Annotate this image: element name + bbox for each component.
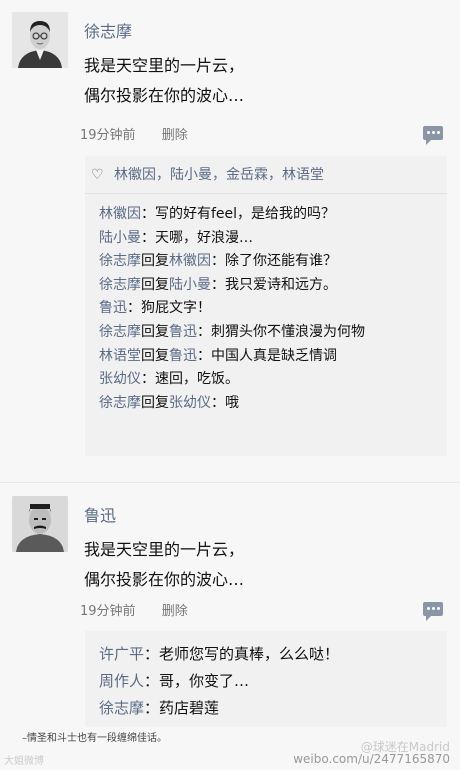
likes-names[interactable]: 林徽因，陆小曼，金岳霖，林语堂 [114,167,324,183]
reply-text: ：速回，吃饭。 [141,371,239,388]
reply-author[interactable]: 陆小曼 [99,230,141,246]
reply-row: 林语堂回复鲁迅：中国人真是缺乏情调 [99,345,447,369]
reply-row: 徐志摩回复陆小曼：我只爱诗和远方。 [99,274,447,298]
portrait-glasses-icon [12,12,68,68]
reply-target[interactable]: 鲁迅 [169,324,197,340]
reply-text: ：老师您写的真棒，么么哒！ [144,645,340,663]
reply-author[interactable]: 徐志摩 [99,699,144,717]
reply-row: 徐志摩回复林徽因：除了你还能有谁？ [99,250,447,274]
reply-text: ：药店碧莲 [144,699,220,717]
reply-author[interactable]: 许广平 [99,645,144,663]
reply-target[interactable]: 鲁迅 [169,348,197,364]
reply-author[interactable]: 徐志摩 [99,324,141,340]
post-xuzhimo: 徐志摩 我是天空里的一片云， 偶尔投影在你的波心… 19分钟前 删除 ♡ 林徽因，… [0,0,460,470]
reply-verb: 回复 [141,347,169,364]
comment-icon[interactable] [423,602,443,621]
reply-target[interactable]: 陆小曼 [169,277,211,293]
reply-row: 许广平：老师您写的真棒，么么哒！ [99,641,447,668]
reply-row: 鲁迅：狗屁文字！ [99,297,447,321]
reply-row: 徐志摩回复张幼仪：哦 [99,392,447,416]
caption: –情圣和斗士也有一段缠绵佳话。 [22,733,167,744]
reply-row: 林徽因：写的好有feel，是给我的吗？ [99,203,447,227]
reply-row: 周作人：哥，你变了… [99,668,447,695]
avatar[interactable] [12,496,68,552]
delete-button[interactable]: 删除 [162,604,188,619]
reply-verb: 回复 [141,276,169,293]
comment-icon[interactable] [423,126,443,145]
author-name[interactable]: 徐志摩 [84,18,132,42]
watermark-left: 大姐微博 [4,756,44,767]
post-text-line: 偶尔投影在你的波心… [84,570,245,589]
reply-text: ：中国人真是缺乏情调 [197,347,337,364]
reply-verb: 回复 [141,394,169,411]
reply-text: ：哥，你变了… [144,672,250,690]
reply-text: ：天哪，好浪漫… [141,229,253,246]
post-text-line: 偶尔投影在你的波心… [84,86,245,105]
reply-author[interactable]: 鲁迅 [99,300,127,316]
post-divider [0,482,460,483]
reply-text: ：我只爱诗和远方。 [211,276,337,293]
post-meta: 19分钟前 删除 [80,600,188,619]
reply-author[interactable]: 周作人 [99,672,144,690]
reply-author[interactable]: 林徽因 [99,206,141,222]
reply-target[interactable]: 张幼仪 [169,395,211,411]
reply-author[interactable]: 徐志摩 [99,253,141,269]
portrait-mustache-icon [12,496,68,552]
post-text-line: 我是天空里的一片云， [84,56,245,75]
avatar[interactable] [12,12,68,68]
reply-row: 徐志摩：药店碧莲 [99,695,447,722]
post-text-line: 我是天空里的一片云， [84,540,245,559]
reply-row: 张幼仪：速回，吃饭。 [99,368,447,392]
reply-author[interactable]: 徐志摩 [99,395,141,411]
reply-list: 许广平：老师您写的真棒，么么哒！ 周作人：哥，你变了… 徐志摩：药店碧莲 [85,631,447,722]
delete-button[interactable]: 删除 [162,128,188,143]
reply-text: ：除了你还能有谁？ [211,253,337,270]
timestamp: 19分钟前 [80,128,136,143]
reply-author[interactable]: 徐志摩 [99,277,141,293]
reply-text: ：哦 [211,394,239,411]
post-meta: 19分钟前 删除 [80,124,188,143]
reply-author[interactable]: 张幼仪 [99,371,141,387]
comment-panel: ♡ 林徽因，陆小曼，金岳霖，林语堂 林徽因：写的好有feel，是给我的吗？ 陆小曼… [85,156,447,456]
reply-text: ：狗屁文字！ [127,300,211,317]
reply-author[interactable]: 林语堂 [99,348,141,364]
heart-icon[interactable]: ♡ [91,156,104,194]
reply-text: ：写的好有feel，是给我的吗？ [141,206,336,222]
likes-row: ♡ 林徽因，陆小曼，金岳霖，林语堂 [85,156,447,194]
reply-target[interactable]: 林徽因 [169,253,211,269]
watermark-url: weibo.com/u/2477165870 [293,752,450,766]
reply-list: 林徽因：写的好有feel，是给我的吗？ 陆小曼：天哪，好浪漫… 徐志摩回复林徽因… [85,194,447,415]
timestamp: 19分钟前 [80,604,136,619]
reply-row: 徐志摩回复鲁迅：刺猬头你不懂浪漫为何物 [99,321,447,345]
reply-verb: 回复 [141,253,169,270]
post-luxun: 鲁迅 我是天空里的一片云， 偶尔投影在你的波心… 19分钟前 删除 许广平：老师… [0,490,460,727]
reply-verb: 回复 [141,323,169,340]
comment-panel: 许广平：老师您写的真棒，么么哒！ 周作人：哥，你变了… 徐志摩：药店碧莲 [85,631,447,727]
reply-row: 陆小曼：天哪，好浪漫… [99,227,447,251]
reply-text: ：刺猬头你不懂浪漫为何物 [197,323,365,340]
author-name[interactable]: 鲁迅 [84,502,116,526]
